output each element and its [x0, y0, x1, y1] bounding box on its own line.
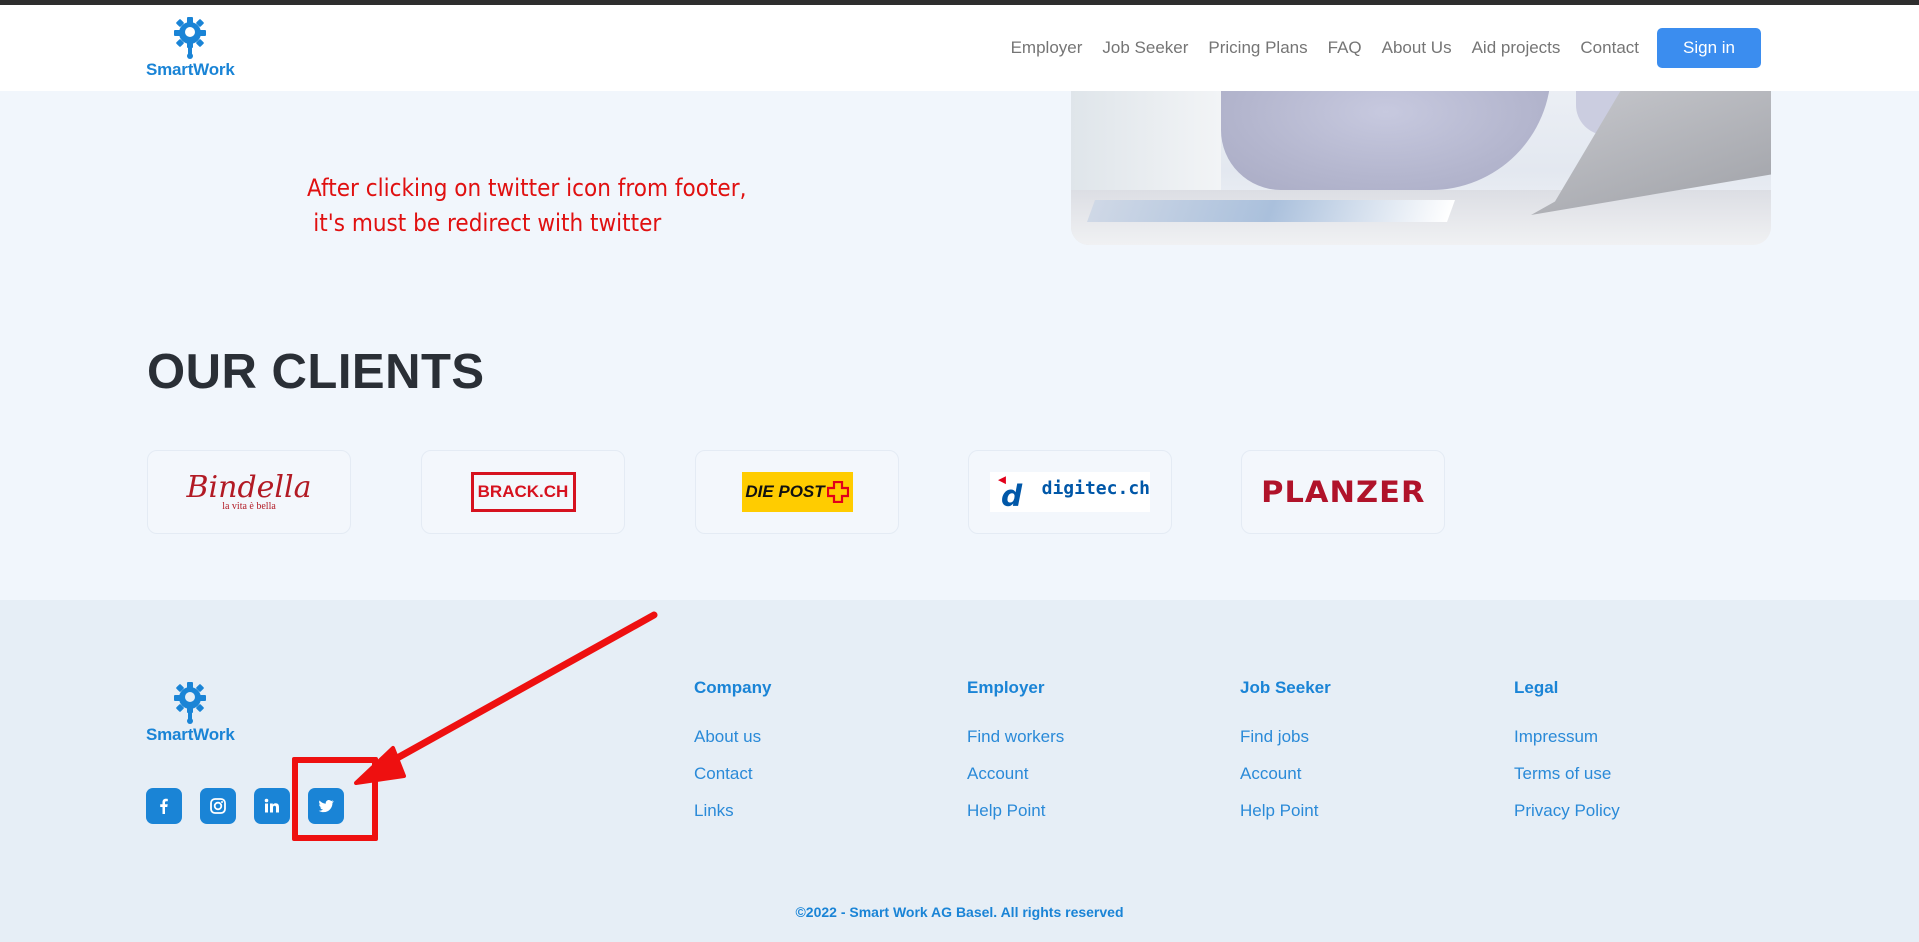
footer-link-help-point[interactable]: Help Point	[967, 801, 1064, 821]
main-nav: Employer Job Seeker Pricing Plans FAQ Ab…	[1011, 38, 1639, 58]
digitec-d-icon: d	[998, 476, 1023, 508]
client-logo-brack: BRACK.CH	[421, 450, 625, 534]
footer-column-company: Company About us Contact Links	[694, 678, 771, 838]
site-header: SmartWork Employer Job Seeker Pricing Pl…	[0, 5, 1919, 91]
footer-link-account[interactable]: Account	[1240, 764, 1331, 784]
linkedin-icon	[264, 798, 279, 813]
copyright-text: ©2022 - Smart Work AG Basel. All rights …	[795, 904, 1124, 920]
column-title: Legal	[1514, 678, 1559, 697]
client-logo-planzer: PLANZER	[1241, 450, 1445, 534]
nav-employer[interactable]: Employer	[1011, 38, 1083, 58]
annotation-line-1: After clicking on twitter icon from foot…	[307, 174, 747, 202]
footer-link-links[interactable]: Links	[694, 801, 771, 821]
footer-column-legal: Legal Impressum Terms of use Privacy Pol…	[1514, 678, 1620, 838]
nav-job-seeker[interactable]: Job Seeker	[1102, 38, 1188, 58]
gear-bulb-icon	[174, 682, 207, 724]
site-footer: SmartWork Company About us Contact Links…	[0, 600, 1919, 942]
swiss-cross-icon	[826, 481, 849, 503]
nav-contact[interactable]: Contact	[1580, 38, 1639, 58]
annotation-line-2: it's must be redirect with twitter	[313, 209, 662, 237]
facebook-icon	[160, 798, 168, 814]
nav-aid-projects[interactable]: Aid projects	[1472, 38, 1561, 58]
footer-column-job-seeker: Job Seeker Find jobs Account Help Point	[1240, 678, 1331, 838]
nav-about-us[interactable]: About Us	[1382, 38, 1452, 58]
footer-link-about-us[interactable]: About us	[694, 727, 771, 747]
footer-link-help-point[interactable]: Help Point	[1240, 801, 1331, 821]
planzer-wordmark: PLANZER	[1260, 475, 1426, 509]
column-title: Job Seeker	[1240, 678, 1331, 697]
brack-wordmark: BRACK.CH	[470, 472, 576, 512]
logo-text: SmartWork	[146, 60, 235, 79]
footer-logo[interactable]: SmartWork	[146, 680, 235, 745]
footer-link-find-jobs[interactable]: Find jobs	[1240, 727, 1331, 747]
svg-text:d: d	[1001, 478, 1023, 508]
instagram-button[interactable]	[200, 788, 236, 824]
linkedin-button[interactable]	[254, 788, 290, 824]
footer-link-privacy-policy[interactable]: Privacy Policy	[1514, 801, 1620, 821]
gear-bulb-icon	[174, 17, 207, 59]
nav-pricing-plans[interactable]: Pricing Plans	[1208, 38, 1307, 58]
die-post-wordmark: DIE POST	[745, 482, 825, 501]
bug-annotation-text: After clicking on twitter icon from foot…	[307, 171, 746, 241]
highlight-box	[292, 757, 378, 841]
client-logo-digitec: d digitec.ch	[968, 450, 1172, 534]
instagram-icon	[210, 798, 226, 814]
facebook-button[interactable]	[146, 788, 182, 824]
header-logo[interactable]: SmartWork	[146, 15, 235, 80]
client-logo-die-post: DIE POST	[695, 450, 899, 534]
footer-link-contact[interactable]: Contact	[694, 764, 771, 784]
logo-text: SmartWork	[146, 725, 235, 744]
column-title: Company	[694, 678, 772, 697]
bindella-wordmark: Bindella	[186, 469, 312, 505]
client-logo-bindella: Bindella la vita è bella	[147, 450, 351, 534]
footer-link-impressum[interactable]: Impressum	[1514, 727, 1620, 747]
clients-heading: OUR CLIENTS	[147, 345, 485, 399]
footer-column-employer: Employer Find workers Account Help Point	[967, 678, 1064, 838]
footer-link-terms-of-use[interactable]: Terms of use	[1514, 764, 1620, 784]
column-title: Employer	[967, 678, 1045, 697]
nav-faq[interactable]: FAQ	[1328, 38, 1362, 58]
digitec-wordmark: digitec.ch	[1041, 477, 1150, 499]
sign-in-button[interactable]: Sign in	[1657, 28, 1761, 68]
footer-link-account[interactable]: Account	[967, 764, 1064, 784]
footer-link-find-workers[interactable]: Find workers	[967, 727, 1064, 747]
